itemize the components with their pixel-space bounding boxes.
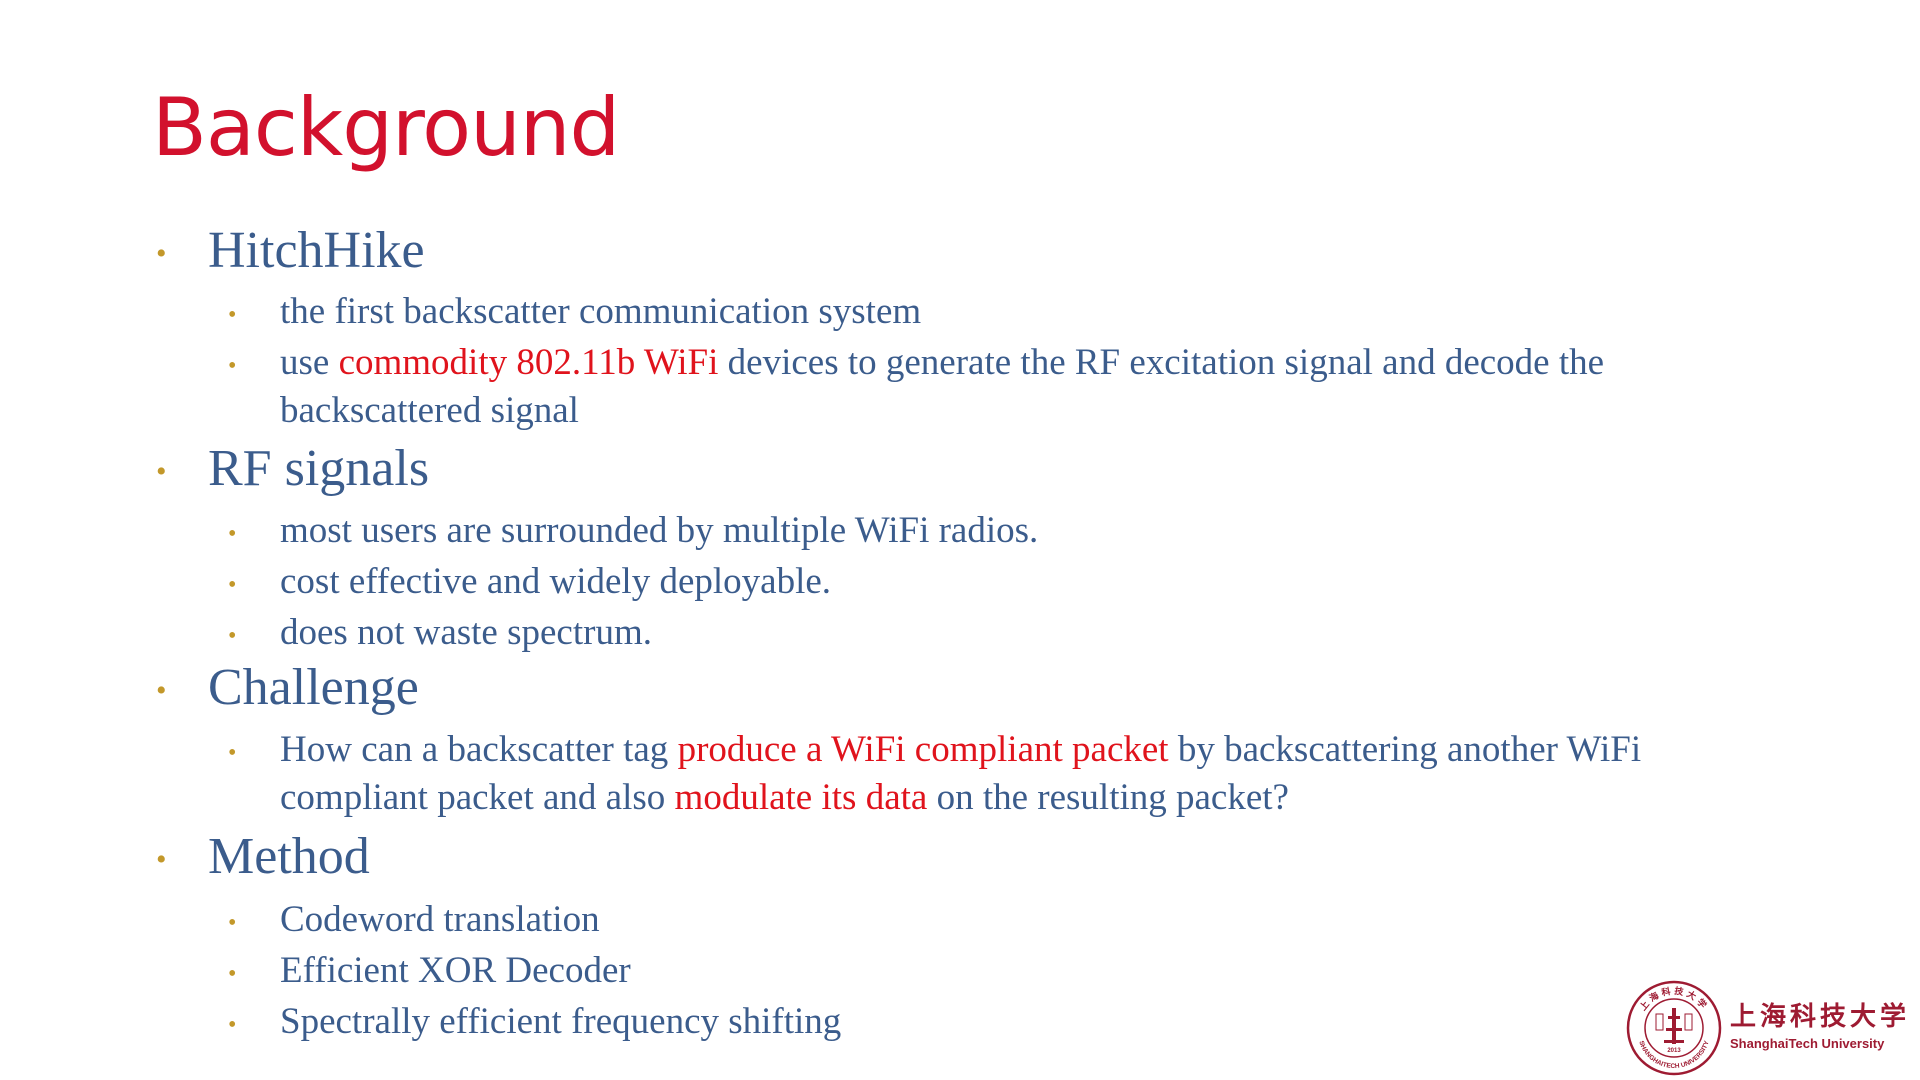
item-text: use [280,342,339,383]
highlight-text: modulate its data [674,777,928,818]
section-heading-rf-signals: RF signals [208,440,430,497]
list-item: use commodity 802.11b WiFi devices to ge… [280,339,1760,435]
list-item: the first backscatter communication syst… [280,291,922,332]
bullet-marker: • [228,521,237,547]
seal-year: 2013 [1667,1048,1681,1054]
section-heading-hitchhike: HitchHike [208,222,425,279]
section-heading-method: Method [208,828,370,885]
bullet-marker: • [156,843,167,876]
bullet-marker: • [228,910,237,936]
list-item: Efficient XOR Decoder [280,950,631,991]
item-text: How can a backscatter tag [280,729,678,770]
bullet-marker: • [156,455,167,488]
bullet-marker: • [228,353,237,379]
bullet-marker: • [156,237,167,270]
bullet-marker: • [228,1012,237,1038]
list-item: does not waste spectrum. [280,612,652,653]
list-item: Spectrally efficient frequency shifting [280,1001,842,1042]
bullet-marker: • [228,740,237,766]
bullet-list: • HitchHike • the first backscatter comm… [0,0,1920,1080]
bullet-marker: • [228,572,237,598]
list-item: Codeword translation [280,899,600,940]
logo-chinese-name: 上海科技大学 [1730,1002,1911,1032]
highlight-text: produce a WiFi compliant packet [677,729,1169,770]
university-logo: 上海科技大学 SHANGHAITECH UNIVERSITY 2013 上海科技… [1626,980,1916,1080]
bullet-marker: • [228,302,237,328]
logo-english-name: ShanghaiTech University [1730,1036,1885,1051]
bullet-marker: • [156,674,167,707]
slide: Background • HitchHike • the first backs… [0,0,1920,1080]
university-seal-icon: 上海科技大学 SHANGHAITECH UNIVERSITY 2013 [1626,980,1722,1076]
highlight-text: commodity 802.11b WiFi [338,342,719,383]
bullet-marker: • [228,961,237,987]
list-item: How can a backscatter tag produce a WiFi… [280,726,1770,822]
list-item: most users are surrounded by multiple Wi… [280,510,1039,551]
item-text: on the resulting packet? [927,777,1289,818]
section-heading-challenge: Challenge [208,659,419,716]
list-item: cost effective and widely deployable. [280,561,832,602]
bullet-marker: • [228,623,237,649]
